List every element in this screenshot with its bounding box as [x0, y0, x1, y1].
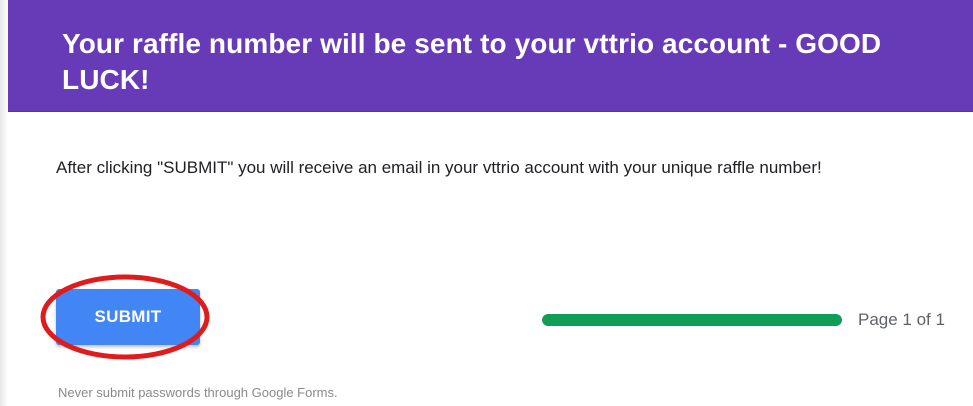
- card-shadow: [0, 0, 8, 406]
- form-title: Your raffle number will be sent to your …: [62, 28, 882, 95]
- form-header: Your raffle number will be sent to your …: [8, 0, 973, 112]
- submit-button[interactable]: SUBMIT: [56, 289, 200, 345]
- form-description: After clicking "SUBMIT" you will receive…: [56, 158, 822, 177]
- password-warning-note: Never submit passwords through Google Fo…: [58, 385, 338, 400]
- progress-bar-fill: [542, 314, 842, 326]
- form-page: Your raffle number will be sent to your …: [0, 0, 973, 406]
- progress-bar: [542, 314, 842, 326]
- page-indicator: Page 1 of 1: [858, 310, 945, 329]
